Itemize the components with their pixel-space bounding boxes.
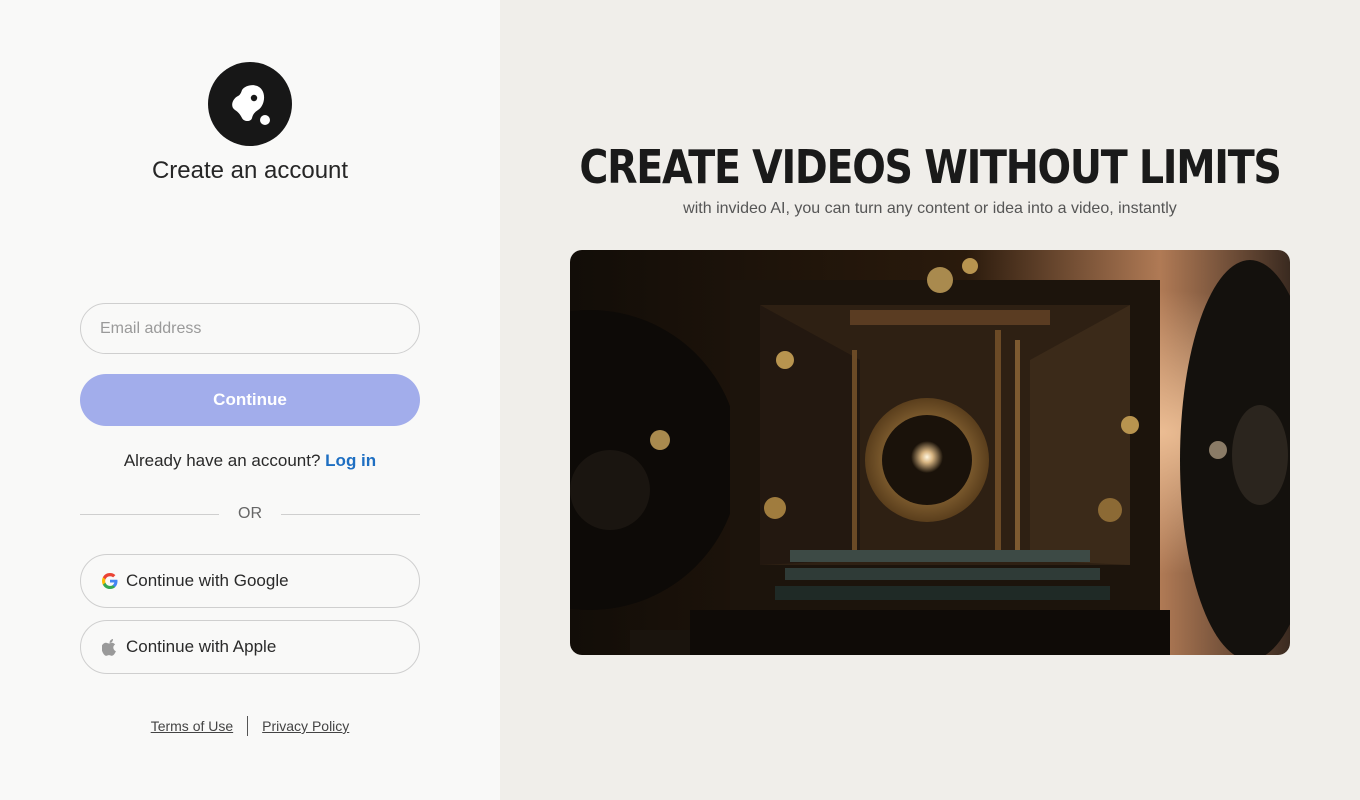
privacy-link[interactable]: Privacy Policy xyxy=(262,718,349,734)
hero-image-camera xyxy=(570,250,1290,655)
apple-signin-label: Continue with Apple xyxy=(126,637,277,656)
google-signin-label: Continue with Google xyxy=(126,571,289,590)
email-field[interactable] xyxy=(80,303,420,354)
apple-signin-button[interactable]: Continue with Apple xyxy=(80,620,420,674)
apple-icon xyxy=(101,638,118,656)
terms-link[interactable]: Terms of Use xyxy=(151,718,233,734)
page-title: Create an account xyxy=(151,157,349,184)
footer-links: Terms of Use Privacy Policy xyxy=(0,714,500,738)
brand-logo-icon xyxy=(208,62,292,146)
google-icon xyxy=(101,573,118,590)
login-prompt-text: Already have an account? xyxy=(123,451,321,470)
or-divider: OR xyxy=(80,503,420,525)
login-link[interactable]: Log in xyxy=(325,451,376,470)
hero-subtitle: with invideo AI, you can turn any conten… xyxy=(683,200,1177,217)
continue-button[interactable]: Continue xyxy=(80,374,420,426)
google-signin-button[interactable]: Continue with Google xyxy=(80,554,420,608)
footer-separator xyxy=(247,716,249,736)
hero-title: CREATE VIDEOS WITHOUT LIMITS xyxy=(579,140,1282,194)
login-prompt-line: Already have an account? Log in xyxy=(0,451,500,471)
signup-panel: Create an account Continue Already have … xyxy=(0,0,500,800)
divider-line-right xyxy=(281,514,420,515)
